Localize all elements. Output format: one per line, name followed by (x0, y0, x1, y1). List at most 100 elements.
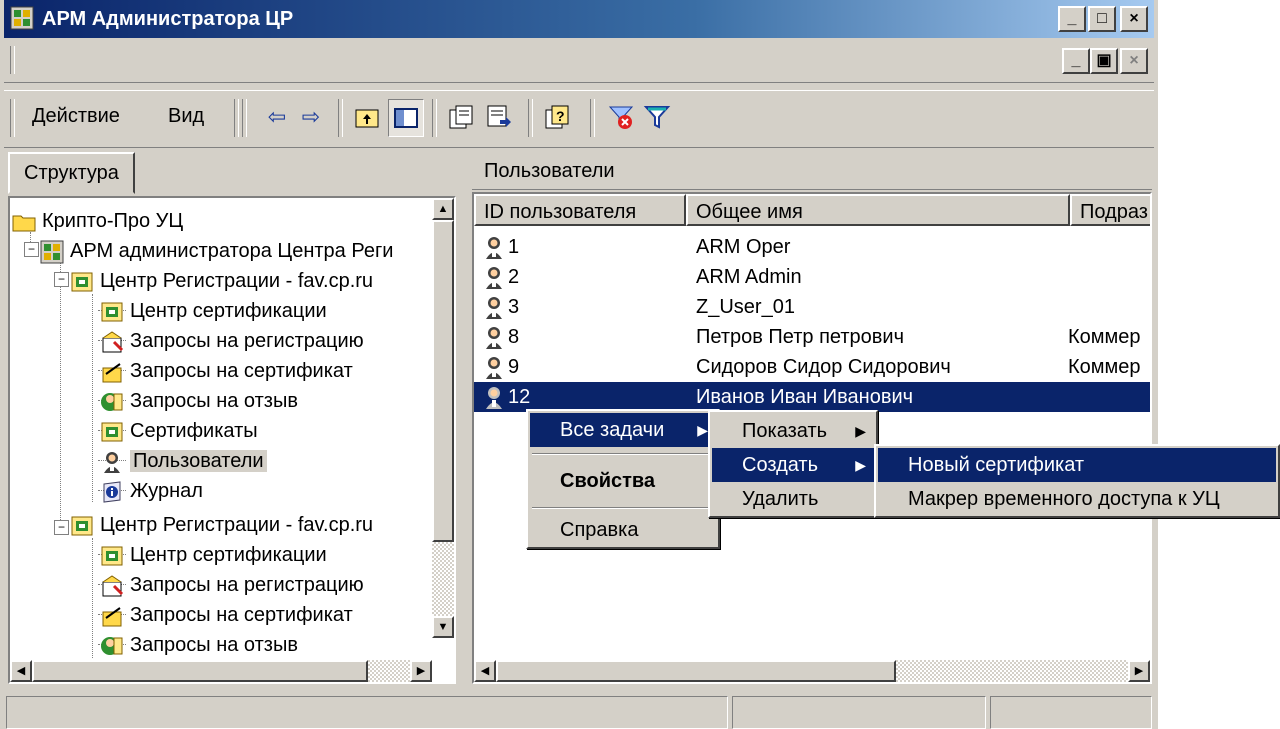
scroll-down-button[interactable]: ▼ (432, 616, 454, 638)
menu-action[interactable]: Действие (32, 105, 120, 128)
menu-item-help[interactable]: Справка (530, 513, 716, 547)
show-tree-button[interactable] (388, 99, 424, 137)
scroll-thumb[interactable] (32, 660, 368, 682)
user-icon (486, 296, 502, 319)
back-button[interactable]: ⇦ (260, 99, 294, 135)
tree-item-label: Запросы на регистрацию (130, 574, 364, 596)
submenu-arrow-icon: ▶ (855, 457, 866, 473)
title-bar[interactable]: АРМ Администратора ЦР _ □ × (4, 0, 1154, 38)
tree-collapse-toggle[interactable]: − (24, 242, 39, 257)
remove-filter-button[interactable] (604, 99, 638, 135)
forward-button[interactable]: ⇨ (294, 99, 328, 135)
users-icon (104, 451, 120, 473)
table-row[interactable]: 3 Z_User_01 (474, 292, 1150, 322)
tree-item-label: Центр сертификации (130, 544, 327, 566)
tab-structure[interactable]: Структура (8, 152, 135, 194)
tree-line (60, 262, 61, 532)
scroll-right-button[interactable]: ▶ (1128, 660, 1150, 682)
tree-item-registration-requests[interactable]: Запросы на регистрацию (100, 326, 364, 356)
cell-id: 12 (508, 386, 531, 408)
minimize-button[interactable]: _ (1058, 6, 1086, 32)
table-row[interactable]: 9 Сидоров Сидор Сидорович Коммер (474, 352, 1150, 382)
tasks-submenu: Показать ▶ Создать ▶ Удалить (708, 410, 878, 518)
toolbar-grip (242, 99, 247, 137)
menu-item-new-certificate[interactable]: Новый сертификат (878, 448, 1276, 482)
cell-id: 9 (508, 356, 520, 378)
menu-item-show[interactable]: Показать ▶ (712, 414, 874, 448)
console-icon (40, 240, 64, 264)
console-tree-icon (394, 108, 418, 128)
revocation-requests-icon (101, 392, 123, 411)
scroll-thumb[interactable] (432, 220, 454, 542)
cell-id: 2 (508, 266, 520, 288)
table-row-selected[interactable]: 12 Иванов Иван Иванович (474, 382, 1150, 412)
cell-name: ARM Admin (696, 266, 802, 288)
tree-item-revocation-requests-2[interactable]: Запросы на отзыв (100, 630, 298, 660)
cell-name: Сидоров Сидор Сидорович (696, 356, 951, 378)
context-menu: Все задачи ▶ Свойства Справка (526, 409, 720, 549)
tree-item-certificate-requests[interactable]: Запросы на сертификат (100, 356, 353, 386)
table-row[interactable]: 1 ARM Oper (474, 232, 1150, 262)
tree-item-label: Пользователи (130, 450, 267, 472)
tree-horizontal-scrollbar[interactable]: ◀ ▶ (10, 660, 432, 682)
tree-item-arm-admin[interactable]: АРМ администратора Центра Реги (40, 236, 393, 266)
tree-item-users[interactable]: Пользователи (100, 446, 267, 476)
tree-item-label: Журнал (130, 480, 203, 502)
user-icon (486, 266, 502, 289)
tree-item-label: Крипто-Про УЦ (42, 210, 184, 232)
list-horizontal-scrollbar[interactable]: ◀ ▶ (474, 660, 1150, 682)
scroll-right-button[interactable]: ▶ (410, 660, 432, 682)
scroll-thumb[interactable] (496, 660, 896, 682)
toolbar-separator (528, 99, 533, 137)
help-button[interactable]: ? (540, 99, 574, 135)
tree-item-registration-requests-2[interactable]: Запросы на регистрацию (100, 570, 364, 600)
properties-button[interactable] (444, 99, 478, 135)
tree-item-log[interactable]: Журнал (100, 476, 203, 506)
tree-item-label: Центр Регистрации - fav.cp.ru (100, 270, 374, 292)
scroll-left-button[interactable]: ◀ (474, 660, 496, 682)
tree-item-label: Запросы на сертификат (130, 604, 353, 626)
tree-item-revocation-requests[interactable]: Запросы на отзыв (100, 386, 298, 416)
menu-item-delete[interactable]: Удалить (712, 482, 874, 516)
tree-item-certification-center[interactable]: Центр сертификации (100, 296, 327, 326)
properties-icon (449, 105, 473, 129)
menu-item-create[interactable]: Создать ▶ (712, 448, 874, 482)
tree-item-certificates[interactable]: Сертификаты (100, 416, 258, 446)
table-row[interactable]: 2 ARM Admin (474, 262, 1150, 292)
status-panel (6, 696, 728, 729)
tree-collapse-toggle[interactable]: − (54, 520, 69, 535)
scroll-left-button[interactable]: ◀ (10, 660, 32, 682)
tree-vertical-scrollbar[interactable]: ▲ ▼ (432, 198, 454, 638)
tree-pane: − − − Крипто-Про УЦ АРМ администратора Ц… (8, 196, 456, 684)
tree-item-label: АРМ администратора Центра Реги (70, 240, 394, 262)
maximize-button[interactable]: □ (1088, 6, 1116, 32)
menu-item-access-token[interactable]: Макрер временного доступа к УЦ (878, 482, 1276, 516)
filter-icon (643, 106, 671, 129)
menu-view[interactable]: Вид (168, 105, 204, 128)
cell-id: 1 (508, 236, 520, 258)
tree-item-certification-center-2[interactable]: Центр сертификации (100, 540, 327, 570)
tree-item-certificate-requests-2[interactable]: Запросы на сертификат (100, 600, 353, 630)
tree-item-registration-center[interactable]: Центр Регистрации - fav.cp.ru (70, 266, 373, 296)
filter-button[interactable] (640, 99, 674, 135)
app-window: АРМ Администратора ЦР _ □ × _ ▣ × Действ… (0, 0, 1158, 729)
up-level-button[interactable] (350, 99, 384, 135)
mdi-minimize-button[interactable]: _ (1062, 48, 1090, 74)
status-bar (4, 692, 1154, 729)
export-list-button[interactable] (482, 99, 516, 135)
menu-item-all-tasks[interactable]: Все задачи ▶ (530, 413, 716, 447)
menu-item-properties[interactable]: Свойства (530, 461, 716, 501)
table-row[interactable]: 8 Петров Петр петрович Коммер (474, 322, 1150, 352)
tree-collapse-toggle[interactable]: − (54, 272, 69, 287)
close-button[interactable]: × (1120, 6, 1148, 32)
cell-dept: Коммер (1068, 356, 1141, 378)
tree-item-crypto-pro[interactable]: Крипто-Про УЦ (12, 206, 183, 236)
tree-item-registration-center-2[interactable]: Центр Регистрации - fav.cp.ru (70, 510, 373, 540)
mdi-restore-button[interactable]: ▣ (1090, 48, 1118, 74)
scroll-up-button[interactable]: ▲ (432, 198, 454, 220)
column-header-name[interactable]: Общее имя (686, 194, 1070, 226)
column-header-id[interactable]: ID пользователя (474, 194, 686, 226)
mdi-close-button[interactable]: × (1120, 48, 1148, 74)
column-header-dept[interactable]: Подраз (1070, 194, 1150, 226)
pane-title: Пользователи (472, 152, 1152, 190)
